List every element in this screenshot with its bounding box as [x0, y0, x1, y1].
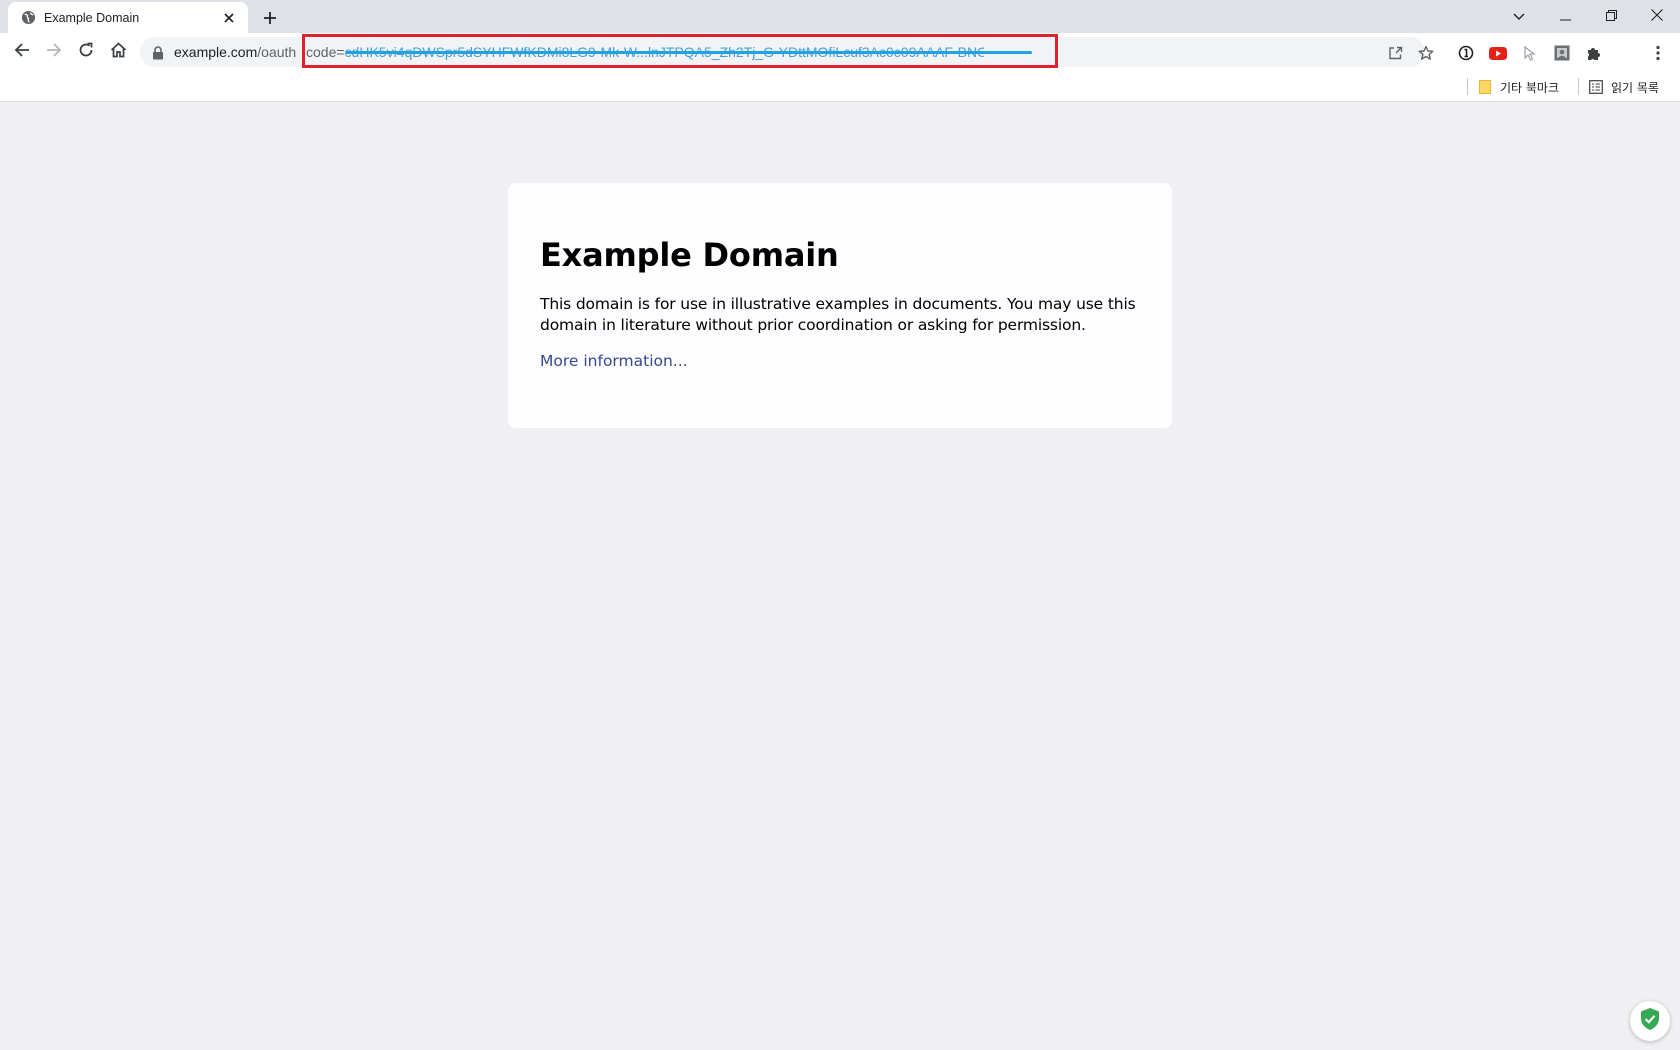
- bookmarks-separator: [1467, 78, 1468, 95]
- url-path: /oauth: [257, 44, 297, 60]
- security-extension-badge[interactable]: [1630, 1001, 1670, 1041]
- back-button[interactable]: [8, 38, 36, 66]
- plus-icon: [263, 10, 277, 29]
- minimize-icon: [1559, 6, 1571, 25]
- bookmarks-bar: 기타 북마크 읽기 목록: [0, 71, 1680, 102]
- more-vert-icon[interactable]: [1648, 43, 1668, 63]
- bookmarks-separator: [1578, 78, 1579, 95]
- close-window-button[interactable]: [1635, 0, 1679, 30]
- youtube-icon[interactable]: [1488, 43, 1508, 63]
- tab-title: Example Domain: [44, 10, 140, 25]
- home-button[interactable]: [104, 38, 132, 66]
- globe-icon: [20, 10, 36, 26]
- tab-example-domain[interactable]: Example Domain: [8, 2, 248, 33]
- new-tab-button[interactable]: [258, 7, 282, 31]
- share-icon[interactable]: [1386, 44, 1404, 62]
- forward-arrow-icon: [46, 42, 62, 62]
- reading-list-button[interactable]: 읽기 목록: [1589, 77, 1659, 97]
- url-host: example.com: [174, 44, 258, 60]
- forward-button[interactable]: [40, 38, 68, 66]
- close-icon[interactable]: [220, 9, 238, 27]
- other-bookmarks-label: 기타 북마크: [1500, 80, 1560, 95]
- puzzle-icon[interactable]: [1584, 43, 1604, 63]
- folder-icon: [1479, 80, 1491, 94]
- tab-search-icon: [1513, 6, 1525, 25]
- close-icon: [1651, 6, 1663, 25]
- content-card: Example Domain This domain is for use in…: [508, 183, 1172, 428]
- restore-icon: [1605, 6, 1617, 25]
- cursor-icon[interactable]: [1520, 43, 1540, 63]
- page-description: This domain is for use in illustrative e…: [540, 295, 1136, 334]
- tab-strip: Example Domain: [0, 0, 1680, 33]
- reload-icon: [78, 42, 94, 62]
- reading-list-label: 읽기 목록: [1611, 80, 1659, 95]
- lock-icon[interactable]: [152, 45, 166, 60]
- shield-check-icon: [1639, 1007, 1661, 1035]
- back-arrow-icon: [14, 42, 30, 62]
- home-icon: [110, 42, 127, 62]
- info-circle-icon[interactable]: [1456, 43, 1476, 63]
- minimize-button[interactable]: [1543, 0, 1587, 30]
- reload-button[interactable]: [72, 38, 100, 66]
- page-heading: Example Domain: [540, 236, 839, 274]
- profile-square-icon[interactable]: [1552, 43, 1572, 63]
- more-information-link[interactable]: More information...: [540, 352, 688, 370]
- restore-button[interactable]: [1589, 0, 1633, 30]
- other-bookmarks-button[interactable]: 기타 북마크: [1478, 77, 1559, 97]
- tab-search-button[interactable]: [1497, 0, 1541, 30]
- url-text: example.com/oauth: [174, 44, 296, 60]
- reading-list-icon: [1589, 80, 1603, 94]
- url-highlight-box: [302, 34, 1058, 68]
- bookmark-star-icon[interactable]: [1417, 44, 1435, 62]
